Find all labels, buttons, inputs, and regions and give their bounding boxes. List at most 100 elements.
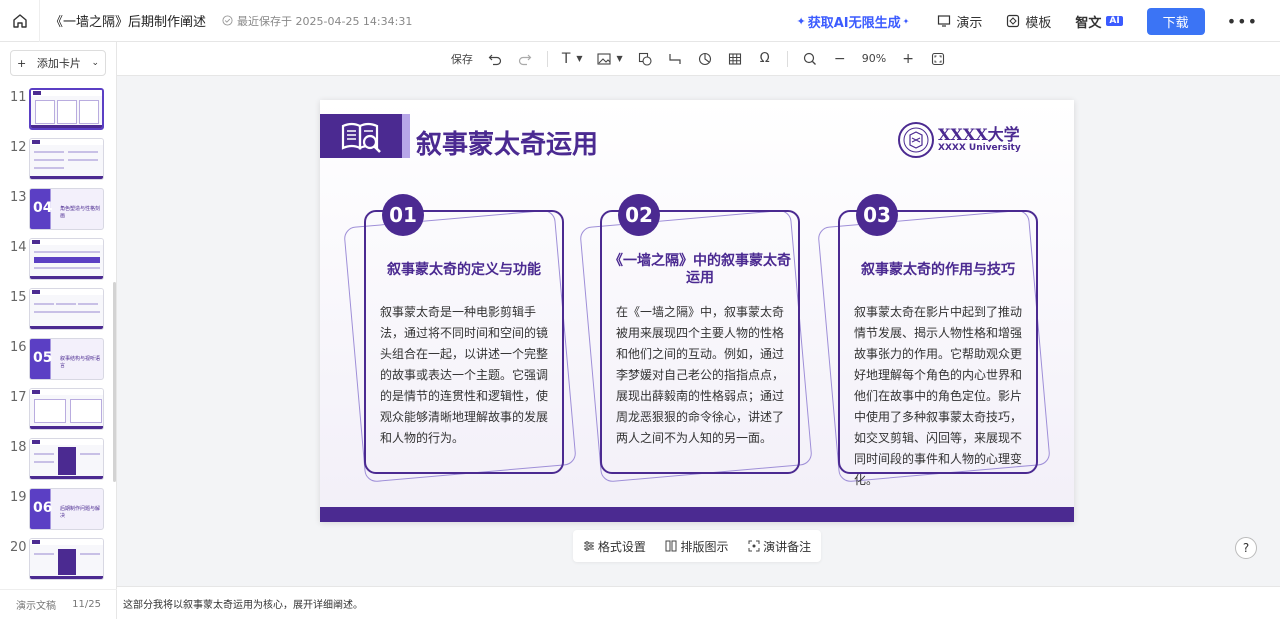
slide-thumbnail[interactable]	[29, 388, 104, 430]
image-icon[interactable]: ▼	[596, 49, 623, 69]
thumb-number: 13	[10, 190, 27, 205]
thumb-number: 15	[10, 290, 27, 305]
zoom-out-button[interactable]: −	[832, 49, 848, 69]
chevron-down-icon: ⌄	[91, 58, 99, 68]
shape-icon[interactable]	[637, 49, 653, 69]
card-number: 01	[382, 194, 424, 236]
symbol-icon[interactable]: Ω	[757, 49, 773, 69]
slide-title[interactable]: 叙事蒙太奇运用	[416, 124, 598, 161]
more-menu-icon[interactable]: •••	[1227, 12, 1258, 31]
thumb-row[interactable]: 20	[0, 538, 117, 582]
speaker-notes-label: 演讲备注	[763, 539, 812, 554]
present-button[interactable]: 演示	[937, 12, 982, 31]
card-body: 叙事蒙太奇在影片中起到了推动情节发展、揭示人物性格和增强故事张力的作用。它帮助观…	[854, 305, 1023, 487]
template-icon	[1007, 14, 1020, 28]
zhiwen-button[interactable]: 智文 AI	[1075, 12, 1123, 31]
slide-thumbnail[interactable]	[29, 438, 104, 480]
thumb-row[interactable]: 15	[0, 288, 117, 332]
thumb-number: 12	[10, 140, 27, 155]
panel-footer: 演示文稿 11/25	[0, 589, 117, 619]
thumb-number: 18	[10, 440, 27, 455]
thumb-number: 11	[10, 90, 27, 105]
top-header: 《一墙之隔》后期制作阐述 最近保存于 2025-04-25 14:34:31 ✦…	[0, 0, 1280, 42]
slide-thumbnail[interactable]: 04 角色塑造与性格刻画	[29, 188, 104, 230]
save-status: 最近保存于 2025-04-25 14:34:31	[222, 13, 412, 29]
thumb-row[interactable]: 11	[0, 88, 117, 132]
thumb-number: 17	[10, 390, 27, 405]
card-number: 02	[618, 194, 660, 236]
zhiwen-label: 智文	[1075, 15, 1102, 31]
speaker-notes-area[interactable]: 这部分我将以叙事蒙太奇运用为核心，展开详细阐述。	[117, 586, 1280, 619]
add-card-label: 添加卡片	[36, 57, 81, 70]
slide-thumbnail[interactable]	[29, 238, 104, 280]
undo-icon[interactable]	[487, 49, 503, 69]
plus-icon: +	[17, 56, 27, 70]
thumb-row[interactable]: 16 05 叙事结构与视听语言	[0, 338, 117, 382]
table-icon[interactable]	[727, 49, 743, 69]
university-name: XXXX大学	[938, 125, 1020, 144]
thumb-row[interactable]: 12	[0, 138, 117, 182]
card-number: 03	[856, 194, 898, 236]
template-label: 模板	[1025, 15, 1052, 31]
slide-thumbnail[interactable]	[29, 138, 104, 180]
add-card-button[interactable]: + 添加卡片 ⌄	[10, 50, 106, 76]
sliders-icon	[583, 541, 594, 551]
book-search-icon	[341, 122, 381, 153]
help-button[interactable]: ?	[1235, 537, 1257, 559]
present-label: 演示	[956, 15, 983, 31]
get-ai-link[interactable]: ✦ 获取AI无限生成 ✦	[796, 12, 909, 31]
current-slide[interactable]: 叙事蒙太奇运用 XXXX大学 XXXX University 01 叙事蒙太奇的…	[320, 100, 1074, 522]
check-circle-icon	[222, 15, 233, 26]
zoom-in-button[interactable]: +	[900, 49, 916, 69]
home-button[interactable]	[0, 0, 40, 42]
speaker-notes-button[interactable]: 演讲备注	[748, 538, 811, 555]
sparkle-icon: ✦	[796, 14, 806, 28]
fit-screen-icon[interactable]	[930, 49, 946, 69]
home-icon	[12, 13, 27, 28]
thumb-row[interactable]: 18	[0, 438, 117, 482]
slide-thumbnail[interactable]: 06 后期制作问题与解决	[29, 488, 104, 530]
thumb-row[interactable]: 19 06 后期制作问题与解决	[0, 488, 117, 532]
present-icon	[938, 15, 951, 27]
download-button[interactable]: 下载	[1146, 7, 1205, 35]
card-body: 叙事蒙太奇是一种电影剪辑手法，通过将不同时间和空间的镜头组合在一起，以讲述一个完…	[380, 305, 549, 445]
content-card[interactable]: 03 叙事蒙太奇的作用与技巧 叙事蒙太奇在影片中起到了推动情节发展、揭示人物性格…	[817, 194, 1051, 487]
format-settings-label: 格式设置	[597, 539, 646, 554]
university-logo: XXXX大学 XXXX University	[898, 122, 1021, 158]
chart-icon[interactable]	[697, 49, 713, 69]
content-card[interactable]: 02 《一墙之隔》中的叙事蒙太奇运用 在《一墙之隔》中，叙事蒙太奇被用来展现四个…	[579, 194, 813, 483]
get-ai-label: 获取AI无限生成	[807, 15, 901, 31]
redo-icon[interactable]	[517, 49, 533, 69]
doc-title[interactable]: 《一墙之隔》后期制作阐述	[50, 11, 206, 30]
slide-bottom-tools: 格式设置 排版图示 演讲备注	[573, 530, 821, 562]
slide-thumbnail[interactable]: 05 叙事结构与视听语言	[29, 338, 104, 380]
thumb-row[interactable]: 14	[0, 238, 117, 282]
slide-footer-band	[320, 507, 1074, 522]
template-button[interactable]: 模板	[1006, 12, 1051, 31]
edit-toolbar: 保存 T ▼ ▼ Ω − 90% +	[117, 42, 1280, 76]
format-settings-button[interactable]: 格式设置	[583, 538, 646, 555]
thumbnail-scrollbar[interactable]	[113, 282, 116, 482]
layout-diagram-button[interactable]: 排版图示	[665, 538, 728, 555]
thumb-row[interactable]: 17	[0, 388, 117, 432]
slide-thumbnail[interactable]	[29, 88, 104, 130]
search-icon[interactable]	[802, 49, 818, 69]
notes-icon	[748, 540, 760, 552]
toolbar-divider	[786, 50, 788, 67]
thumb-number: 16	[10, 340, 27, 355]
zoom-level[interactable]: 90%	[862, 49, 886, 69]
university-name-en: XXXX University	[938, 143, 1021, 153]
content-card[interactable]: 01 叙事蒙太奇的定义与功能 叙事蒙太奇是一种电影剪辑手法，通过将不同时间和空间…	[343, 194, 577, 483]
thumb-number: 19	[10, 490, 27, 505]
slide-thumbnail[interactable]	[29, 538, 104, 580]
text-icon[interactable]: T ▼	[562, 49, 583, 69]
thumb-row[interactable]: 13 04 角色塑造与性格刻画	[0, 188, 117, 232]
card-body: 在《一墙之隔》中，叙事蒙太奇被用来展现四个主要人物的性格和他们之间的互动。例如，…	[616, 305, 785, 445]
star-icon: ✦	[902, 16, 910, 26]
card-title: 《一墙之隔》中的叙事蒙太奇运用	[609, 253, 791, 286]
layout-diagram-label: 排版图示	[680, 539, 729, 554]
slide-thumbnail[interactable]	[29, 288, 104, 330]
presentation-label: 演示文稿	[16, 601, 56, 612]
save-button[interactable]: 保存	[451, 49, 473, 69]
connector-icon[interactable]	[667, 49, 683, 69]
